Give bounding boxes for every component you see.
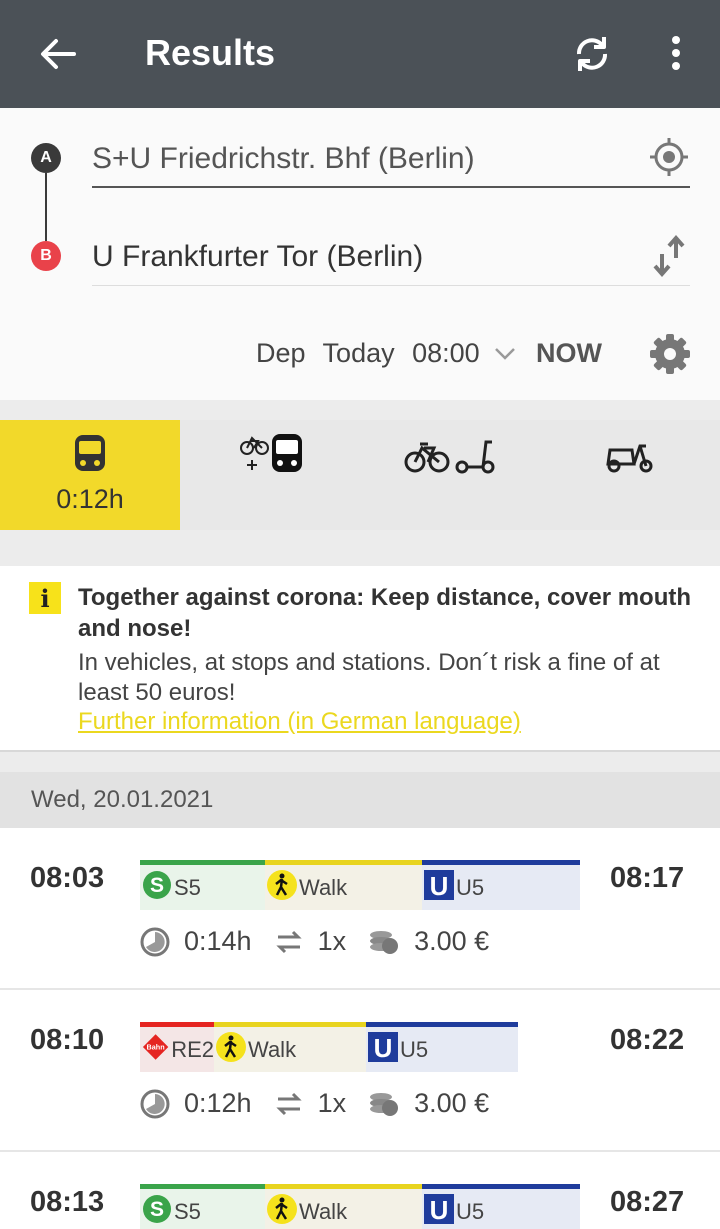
trip-row[interactable]: 08:03 S S5 Walk U U5 08:17 0:14h 1x 3.00… bbox=[0, 828, 720, 990]
notice-banner: i Together against corona: Keep distance… bbox=[0, 566, 720, 752]
mode-tab-bike-scooter[interactable] bbox=[360, 420, 540, 530]
trip-duration: 0:14h bbox=[184, 926, 252, 956]
my-location-icon[interactable] bbox=[648, 136, 690, 178]
walk-icon bbox=[216, 1032, 246, 1062]
trip-price: 3.00 € bbox=[414, 926, 490, 956]
page-title: Results bbox=[145, 32, 276, 73]
segment-walk: Walk bbox=[214, 1022, 366, 1072]
db-bahn-icon: Bahn bbox=[142, 1034, 169, 1060]
trip-arrival: 08:22 bbox=[610, 1024, 685, 1056]
notice-body: In vehicles, at stops and stations. Don´… bbox=[78, 649, 660, 706]
trip-meta: 0:12h 1x 3.00 € bbox=[140, 1088, 511, 1119]
segment-label: S5 bbox=[174, 875, 201, 900]
u-bahn-icon: U bbox=[424, 870, 454, 900]
origin-marker: A bbox=[31, 143, 61, 173]
trip-arrival: 08:17 bbox=[610, 862, 685, 894]
destination-marker: B bbox=[31, 241, 61, 271]
dep-day: Today bbox=[322, 338, 395, 368]
trip-changes: 1x bbox=[317, 1088, 347, 1118]
more-vert-icon[interactable] bbox=[664, 34, 688, 74]
now-button[interactable]: NOW bbox=[536, 338, 602, 369]
transfer-icon bbox=[275, 930, 302, 953]
segment-label: Walk bbox=[248, 1037, 297, 1062]
segment-label: U5 bbox=[456, 875, 485, 900]
segment-ubahn: U U5 bbox=[366, 1022, 518, 1072]
s-bahn-icon: S bbox=[143, 1195, 171, 1223]
segment-label: U5 bbox=[456, 1199, 485, 1224]
notice-link[interactable]: Further information (in German language) bbox=[78, 708, 521, 736]
walk-icon bbox=[267, 870, 297, 900]
trip-departure: 08:13 bbox=[30, 1186, 105, 1218]
trip-arrival: 08:27 bbox=[610, 1186, 685, 1218]
u-bahn-icon: U bbox=[368, 1032, 398, 1062]
trip-duration: 0:12h bbox=[184, 1088, 252, 1118]
segment-regional: Bahn RE2 bbox=[140, 1022, 214, 1072]
coins-icon bbox=[370, 930, 399, 954]
moped-icon bbox=[606, 444, 653, 473]
chevron-down-icon[interactable] bbox=[494, 342, 516, 364]
public-transport-icon bbox=[75, 435, 105, 471]
segment-label: Walk bbox=[299, 1199, 348, 1224]
segment-walk: Walk bbox=[265, 1184, 422, 1229]
walk-icon bbox=[267, 1194, 297, 1224]
notice-title: Together against corona: Keep distance, … bbox=[78, 584, 692, 642]
mode-tabs: 0:12h bbox=[0, 420, 720, 530]
svg-text:S: S bbox=[150, 1198, 164, 1221]
bike-and-transit-icon bbox=[240, 434, 302, 472]
segment-sbahn: S S5 bbox=[140, 1184, 265, 1229]
trip-row[interactable]: 08:10 Bahn RE2 Walk U U5 08:22 0:12h 1x … bbox=[0, 990, 720, 1152]
swap-icon[interactable] bbox=[652, 234, 688, 278]
trip-meta: 0:14h 1x 3.00 € bbox=[140, 926, 511, 957]
u-bahn-icon: U bbox=[424, 1194, 454, 1224]
transfer-icon bbox=[275, 1092, 302, 1115]
arrow-left-icon[interactable] bbox=[38, 34, 78, 74]
mode-tab-bike-transit[interactable] bbox=[180, 420, 360, 530]
svg-text:U: U bbox=[430, 871, 449, 900]
destination-field[interactable]: U Frankfurter Tor (Berlin) bbox=[92, 226, 690, 286]
bike-and-scooter-icon bbox=[404, 440, 495, 474]
date-header: Wed, 20.01.2021 bbox=[0, 772, 720, 828]
trip-changes: 1x bbox=[317, 926, 347, 956]
svg-text:S: S bbox=[150, 874, 164, 897]
segment-label: Walk bbox=[299, 875, 348, 900]
route-connector bbox=[45, 173, 47, 241]
segment-label: S5 bbox=[174, 1199, 201, 1224]
app-bar: Results bbox=[0, 0, 720, 108]
departure-selector[interactable]: Dep Today 08:00 bbox=[256, 338, 490, 369]
gear-icon[interactable] bbox=[648, 332, 692, 376]
segment-sbahn: S S5 bbox=[140, 860, 265, 910]
mode-tab-transit[interactable]: 0:12h bbox=[0, 420, 180, 530]
refresh-icon[interactable] bbox=[570, 32, 614, 76]
segment-label: U5 bbox=[400, 1037, 429, 1062]
svg-text:U: U bbox=[430, 1195, 449, 1224]
info-icon: i bbox=[29, 582, 61, 614]
svg-text:Bahn: Bahn bbox=[147, 1043, 165, 1052]
s-bahn-icon: S bbox=[143, 871, 171, 899]
trip-departure: 08:10 bbox=[30, 1024, 105, 1056]
dep-label: Dep bbox=[256, 338, 306, 368]
trip-departure: 08:03 bbox=[30, 862, 105, 894]
coins-icon bbox=[370, 1092, 399, 1116]
segment-label: RE2 bbox=[171, 1037, 214, 1062]
clock-icon bbox=[140, 1089, 170, 1118]
clock-icon bbox=[140, 927, 170, 956]
segment-ubahn: U U5 bbox=[422, 860, 580, 910]
route-form: A B S+U Friedrichstr. Bhf (Berlin) U Fra… bbox=[0, 108, 720, 400]
segment-walk: Walk bbox=[265, 860, 422, 910]
origin-field[interactable]: S+U Friedrichstr. Bhf (Berlin) bbox=[92, 128, 690, 188]
mode-tab-moped[interactable] bbox=[540, 420, 720, 530]
segment-ubahn: U U5 bbox=[422, 1184, 580, 1229]
mode-duration: 0:12h bbox=[56, 484, 124, 514]
trip-row[interactable]: 08:13 S S5 Walk U U5 08:27 bbox=[0, 1152, 720, 1229]
trip-price: 3.00 € bbox=[414, 1088, 490, 1118]
dep-time: 08:00 bbox=[412, 338, 480, 368]
svg-text:U: U bbox=[374, 1033, 393, 1062]
